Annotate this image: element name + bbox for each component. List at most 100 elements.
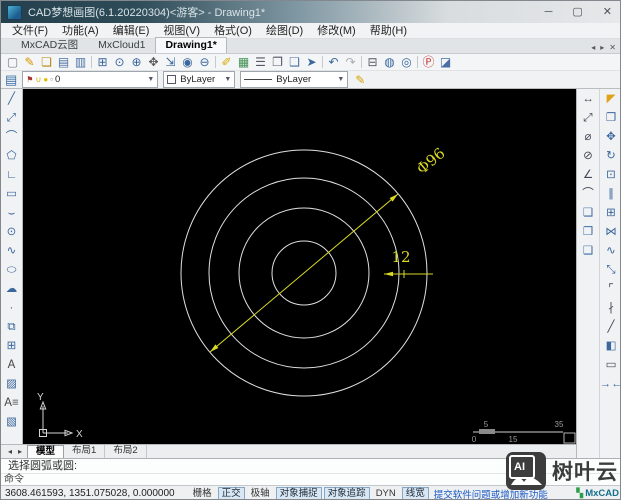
tab-model[interactable]: 模型 <box>27 444 65 459</box>
chamfer-icon[interactable]: ╱ <box>608 318 615 337</box>
layout-next-icon[interactable]: ▸ <box>15 447 25 456</box>
dim-style-icon[interactable]: ❏ <box>583 204 593 223</box>
save-icon[interactable]: ▤ <box>55 54 72 71</box>
list-icon[interactable]: ☰ <box>252 54 269 71</box>
window-icon[interactable]: ❐ <box>269 54 286 71</box>
ellipse-icon[interactable]: ⬭ <box>7 261 17 280</box>
revcloud-icon[interactable]: ☁ <box>6 280 18 299</box>
menu-help[interactable]: 帮助(H) <box>363 23 414 39</box>
tab-layout1[interactable]: 布局1 <box>64 444 106 459</box>
ray-icon[interactable]: ⤢ <box>7 109 16 128</box>
tab-drawing1[interactable]: Drawing1* <box>155 37 227 53</box>
select-icon[interactable]: ➤ <box>303 54 320 71</box>
linear-dimension-label[interactable]: 12 <box>391 248 410 266</box>
arc-3point-icon[interactable]: ⌣ <box>8 204 16 223</box>
menu-modify[interactable]: 修改(M) <box>310 23 363 39</box>
toggle-ortho[interactable]: 正交 <box>217 486 245 499</box>
quick-dim-icon[interactable]: ❐ <box>583 223 593 242</box>
command-area[interactable]: 选择圆弧或圆: 命令 <box>1 458 620 485</box>
zoom-dynamic-icon[interactable]: ⊙ <box>111 54 128 71</box>
pan-icon[interactable]: ✥ <box>145 54 162 71</box>
dim-diameter-icon[interactable]: ⌀ <box>585 128 592 147</box>
layer-manager-icon[interactable]: ▤ <box>5 72 17 88</box>
tab-mxcloud1[interactable]: MxCloud1 <box>88 37 155 53</box>
layout-prev-icon[interactable]: ◂ <box>5 447 15 456</box>
dim-arc-icon[interactable]: ⌒ <box>582 185 594 204</box>
maximize-button[interactable]: ▢ <box>572 1 582 23</box>
open-edit-icon[interactable]: ✎ <box>21 54 38 71</box>
redline-icon[interactable]: ✐ <box>218 54 235 71</box>
image-export-icon[interactable]: ◪ <box>437 54 454 71</box>
tab-mxcad-cloud[interactable]: MxCAD云图 <box>11 37 88 53</box>
region-icon[interactable]: ▭ <box>606 356 617 375</box>
dim-angular-icon[interactable]: ∠ <box>583 166 593 185</box>
mirror-icon[interactable]: ⋈ <box>605 223 617 242</box>
line-icon[interactable]: ╱ <box>8 90 15 109</box>
minimize-button[interactable]: ─ <box>545 1 553 23</box>
draw-order-icon[interactable]: ✎ <box>355 73 365 87</box>
pdf-export-icon[interactable]: Ⓟ <box>420 54 437 71</box>
open-folder-icon[interactable]: ❏ <box>38 54 55 71</box>
close-button[interactable]: ✕ <box>603 1 612 23</box>
dim-linear-icon[interactable]: ↔ <box>582 90 594 109</box>
fillet-icon[interactable]: ⌜ <box>608 280 613 299</box>
rotate-icon[interactable]: ↻ <box>606 147 616 166</box>
zoom-window-icon[interactable]: ⊞ <box>94 54 111 71</box>
array-icon[interactable]: ⊞ <box>606 204 616 223</box>
text-icon[interactable]: A <box>8 356 16 375</box>
dim-edit-icon[interactable]: ❑ <box>583 242 593 261</box>
tab-layout2[interactable]: 布局2 <box>105 444 147 459</box>
zoom-scale-icon[interactable]: ⇲ <box>162 54 179 71</box>
cloud-icon[interactable]: ◎ <box>398 54 415 71</box>
hatch-icon[interactable]: ▧ <box>6 413 17 432</box>
arc-icon[interactable]: ⌒ <box>6 128 18 147</box>
toggle-dyn[interactable]: DYN <box>372 487 400 500</box>
zoom-previous-icon[interactable]: ⊖ <box>196 54 213 71</box>
point-icon[interactable]: ∙ <box>10 299 13 318</box>
color-selector[interactable]: ByLayer ▼ <box>163 71 236 88</box>
join-icon[interactable]: →← <box>600 375 621 394</box>
break-icon[interactable]: ∤ <box>608 299 614 318</box>
tabs-prev-icon[interactable]: ◂ <box>591 43 595 52</box>
circle-icon[interactable]: ⊙ <box>7 223 17 242</box>
polyline-icon[interactable]: ∟ <box>6 166 17 185</box>
copy-icon[interactable]: ❐ <box>606 109 616 128</box>
drawing-canvas[interactable]: Φ96 12 Y X 5 35 0 15 <box>23 89 576 444</box>
toggle-osnap[interactable]: 对象捕捉 <box>275 486 322 499</box>
toggle-otrack[interactable]: 对象追踪 <box>323 486 370 499</box>
spline-edit-icon[interactable]: ∿ <box>606 242 616 261</box>
undo-icon[interactable]: ↶ <box>325 54 342 71</box>
diameter-dimension-label[interactable]: Φ96 <box>413 144 449 178</box>
tabs-next-icon[interactable]: ▸ <box>600 43 604 52</box>
capture-icon[interactable]: ❑ <box>286 54 303 71</box>
move-icon[interactable]: ✥ <box>606 128 616 147</box>
image-icon[interactable]: ▨ <box>6 375 17 394</box>
box-3d-icon[interactable]: ◧ <box>606 337 617 356</box>
zoom-all-icon[interactable]: ⊕ <box>128 54 145 71</box>
menu-draw[interactable]: 绘图(D) <box>259 23 310 39</box>
feedback-link[interactable]: 提交软件问题或增加新功能 <box>434 487 548 500</box>
toggle-grid[interactable]: 栅格 <box>189 487 216 500</box>
redo-icon[interactable]: ↷ <box>342 54 359 71</box>
zoom-object-icon[interactable]: ◉ <box>179 54 196 71</box>
print-icon[interactable]: ⊟ <box>364 54 381 71</box>
dim-radius-icon[interactable]: ⊘ <box>583 147 593 166</box>
toggle-polar[interactable]: 极轴 <box>247 487 274 500</box>
create-block-icon[interactable]: ⊞ <box>7 337 17 356</box>
diameter-dimension[interactable]: Φ96 <box>209 144 449 353</box>
mtext-icon[interactable]: A≡ <box>4 394 18 413</box>
stretch-icon[interactable]: ⤡ <box>606 261 615 280</box>
scale-icon[interactable]: ⊡ <box>606 166 616 185</box>
offset-icon[interactable]: ∥ <box>608 185 614 204</box>
dim-aligned-icon[interactable]: ⤢ <box>583 109 592 128</box>
table-icon[interactable]: ▦ <box>235 54 252 71</box>
linetype-selector[interactable]: ByLayer ▼ <box>240 71 349 88</box>
polygon-icon[interactable]: ⬠ <box>7 147 17 166</box>
spline-icon[interactable]: ∿ <box>7 242 17 261</box>
layer-selector[interactable]: ⚑ ∪ ● ▫ 0 ▼ <box>22 71 159 88</box>
erase-icon[interactable]: ◤ <box>607 90 616 109</box>
save-as-icon[interactable]: ▥ <box>72 54 89 71</box>
insert-block-icon[interactable]: ⧉ <box>7 318 15 337</box>
tabs-close-icon[interactable]: ✕ <box>609 43 616 52</box>
toggle-lineweight[interactable]: 线宽 <box>401 486 429 499</box>
